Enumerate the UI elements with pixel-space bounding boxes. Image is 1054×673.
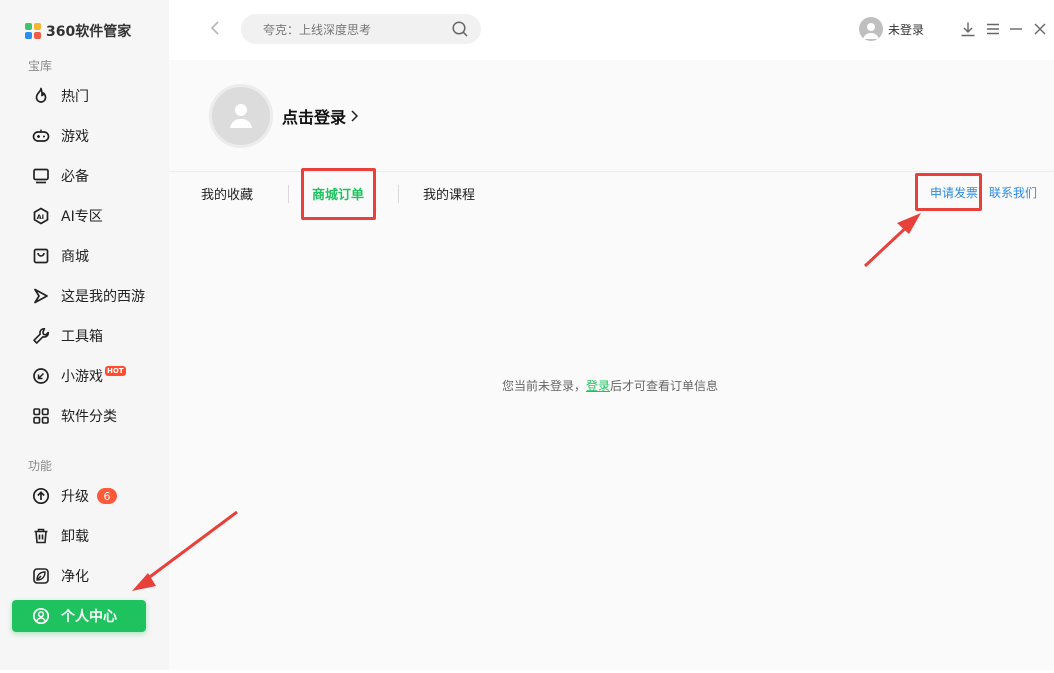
- tab-separator: [288, 185, 289, 203]
- logo-icon: [25, 22, 42, 40]
- chevron-left-icon: [210, 21, 219, 35]
- default-avatar-icon: [230, 104, 252, 128]
- sidebar-item-games[interactable]: 游戏: [12, 120, 146, 152]
- login-link[interactable]: 点击登录: [282, 104, 359, 128]
- wrench-icon: [32, 327, 50, 345]
- sidebar-item-ai[interactable]: AI AI专区: [12, 200, 146, 232]
- contact-us-link[interactable]: 联系我们: [989, 184, 1037, 201]
- sidebar-item-hot[interactable]: 热门: [12, 80, 146, 112]
- sidebar-item-label: 升级: [61, 489, 89, 505]
- close-icon: [1034, 23, 1046, 35]
- sidebar-item-essential[interactable]: 必备: [12, 160, 146, 192]
- sidebar-item-label: 这是我的西游: [61, 289, 145, 305]
- empty-prefix: 您当前未登录，: [502, 379, 587, 393]
- profile-header: 点击登录: [209, 84, 359, 148]
- hot-badge: HOT: [105, 366, 126, 376]
- menu-button[interactable]: [984, 20, 1002, 38]
- sidebar-item-minigames[interactable]: 小游戏 HOT: [12, 360, 146, 392]
- sidebar-item-personal-center[interactable]: 个人中心: [12, 600, 146, 632]
- tab-favorites[interactable]: 我的收藏: [201, 184, 253, 203]
- back-button[interactable]: [205, 18, 225, 38]
- sidebar-item-label: 商城: [61, 249, 89, 265]
- sidebar-item-categories[interactable]: 软件分类: [12, 400, 146, 432]
- monitor-icon: [32, 167, 50, 185]
- sidebar-item-xiyou[interactable]: 这是我的西游: [12, 280, 146, 312]
- app-title: 360软件管家: [46, 24, 132, 40]
- profile-avatar[interactable]: [209, 84, 273, 148]
- sidebar-item-label: 卸载: [61, 529, 89, 545]
- sidebar-item-label: 游戏: [61, 129, 89, 145]
- sidebar-item-label: 个人中心: [61, 609, 117, 625]
- section-label-repo: 宝库: [28, 59, 53, 73]
- tab-courses[interactable]: 我的课程: [423, 184, 475, 203]
- sidebar-item-label: 热门: [61, 89, 89, 105]
- empty-suffix: 后才可查看订单信息: [610, 379, 719, 393]
- download-button[interactable]: [959, 20, 977, 38]
- highlight-box-apply-invoice: [915, 173, 982, 211]
- user-login-status[interactable]: 未登录: [859, 17, 924, 41]
- sidebar-item-label: 工具箱: [61, 329, 103, 345]
- minigame-icon: [32, 367, 50, 385]
- search-bar[interactable]: 夸克：上线深度思考: [241, 14, 481, 44]
- search-icon[interactable]: [445, 14, 475, 44]
- gamepad-icon: [32, 127, 50, 145]
- sidebar-item-label: 软件分类: [61, 409, 117, 425]
- sidebar-item-mall[interactable]: 商城: [12, 240, 146, 272]
- sidebar-item-toolbox[interactable]: 工具箱: [12, 320, 146, 352]
- sidebar: 360软件管家 宝库 热门 游戏 必备 AI AI专区 商城 这是我的西游 工具…: [0, 0, 169, 670]
- download-icon: [961, 22, 975, 37]
- minimize-icon: [1010, 28, 1022, 30]
- ai-icon: AI: [32, 207, 50, 225]
- section-label-func: 功能: [28, 459, 53, 473]
- topbar: 夸克：上线深度思考 未登录: [169, 0, 1054, 60]
- personal-center-panel: 点击登录 我的收藏 商城订单 我的课程 申请发票 联系我们 您当前未登录，登录后…: [169, 60, 1054, 670]
- play-icon: [32, 287, 50, 305]
- menu-icon: [987, 23, 999, 35]
- upgrade-icon: [32, 487, 50, 505]
- grid-icon: [32, 407, 50, 425]
- trash-icon: [32, 527, 50, 545]
- tab-separator: [398, 185, 399, 203]
- user-icon: [32, 607, 50, 625]
- empty-login-link[interactable]: 登录: [586, 379, 610, 393]
- sidebar-item-label: 必备: [61, 169, 89, 185]
- minimize-button[interactable]: [1007, 20, 1025, 38]
- chevron-right-icon: [351, 110, 359, 122]
- avatar: [859, 17, 883, 41]
- leaf-icon: [32, 567, 50, 585]
- sidebar-item-label: 小游戏: [61, 369, 103, 385]
- flame-icon: [32, 87, 50, 105]
- search-placeholder: 夸克：上线深度思考: [263, 22, 372, 37]
- svg-text:AI: AI: [37, 213, 44, 221]
- highlight-box-mall-orders: [301, 168, 376, 220]
- bag-icon: [32, 247, 50, 265]
- sidebar-item-upgrade[interactable]: 升级 6: [12, 480, 146, 512]
- close-button[interactable]: [1031, 20, 1049, 38]
- login-prompt: 点击登录: [282, 108, 347, 127]
- app-logo: 360软件管家: [25, 21, 131, 41]
- sidebar-item-uninstall[interactable]: 卸载: [12, 520, 146, 552]
- empty-state-message: 您当前未登录，登录后才可查看订单信息: [502, 377, 718, 394]
- upgrade-count-badge: 6: [97, 488, 117, 504]
- sidebar-item-label: 净化: [61, 569, 89, 585]
- user-status-label: 未登录: [888, 22, 925, 37]
- sidebar-item-label: AI专区: [61, 209, 103, 225]
- sidebar-item-purify[interactable]: 净化: [12, 560, 146, 592]
